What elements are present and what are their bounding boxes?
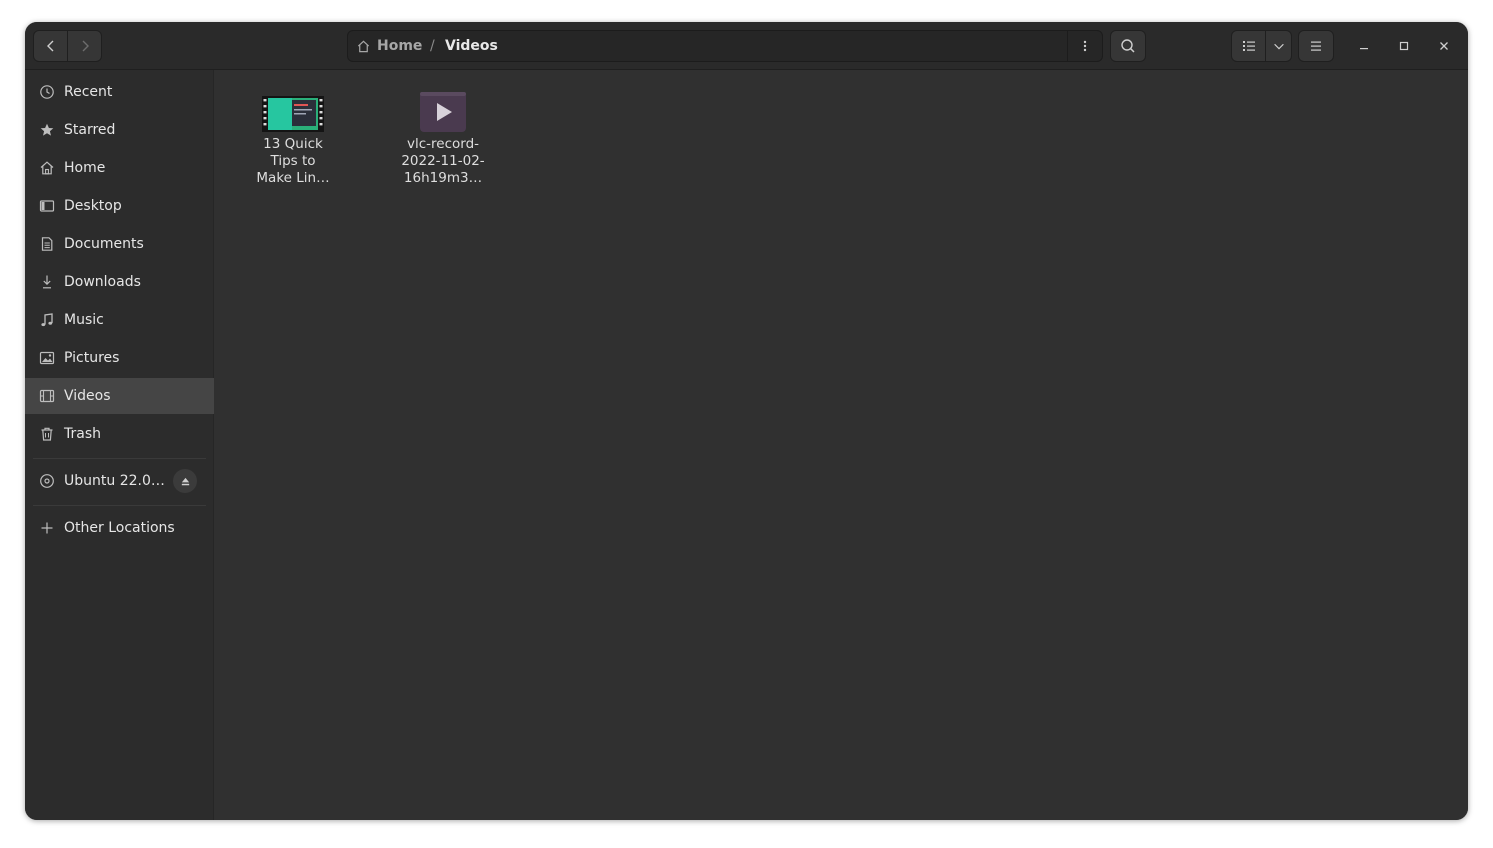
close-button[interactable] (1432, 34, 1456, 58)
file-name-line: Make Lin… (256, 170, 330, 186)
star-icon (40, 123, 54, 136)
search-icon (1121, 39, 1135, 53)
main-menu-button[interactable] (1298, 30, 1334, 62)
view-options-dropdown[interactable] (1266, 31, 1291, 61)
sidebar-item-pictures[interactable]: Pictures (25, 340, 214, 376)
sidebar-item-label: Documents (64, 236, 144, 252)
trash-icon (41, 427, 53, 441)
chevron-down-icon (1274, 43, 1284, 50)
sidebar-item-starred[interactable]: Starred (25, 112, 214, 148)
path-bar: Home / Videos (347, 30, 1103, 62)
video-icon (39, 389, 55, 403)
navigation-buttons (33, 30, 102, 62)
sidebar-item-documents[interactable]: Documents (25, 226, 214, 262)
forward-button[interactable] (68, 31, 101, 61)
file-name-line: 13 Quick (263, 136, 323, 152)
breadcrumb-home-label: Home (377, 38, 423, 54)
file-name: 13 Quick Tips to Make Lin… (243, 136, 343, 187)
sidebar-item-label: Recent (64, 84, 113, 100)
picture-icon (39, 351, 55, 365)
file-name-line: 2022-11-02- (401, 153, 485, 169)
list-view-icon (1242, 41, 1255, 51)
disc-icon (40, 474, 54, 488)
plus-icon (41, 522, 53, 534)
chevron-left-icon (46, 40, 53, 52)
sidebar-item-other-locations[interactable]: Other Locations (25, 510, 214, 546)
vertical-dots-icon (1083, 40, 1087, 52)
file-item[interactable]: vlc-record- 2022-11-02- 16h19m3… (388, 86, 498, 187)
sidebar-item-label: Music (64, 312, 104, 328)
video-file-thumbnail (411, 86, 475, 132)
sidebar-item-label: Videos (64, 388, 111, 404)
file-manager-window: Home / Videos Recent Starred Home Deskto… (25, 22, 1468, 820)
minimize-button[interactable] (1352, 34, 1376, 58)
close-icon (1440, 42, 1448, 50)
breadcrumb-current[interactable]: Videos (445, 31, 498, 61)
header-bar: Home / Videos (25, 22, 1468, 70)
desktop-icon (39, 200, 55, 212)
clock-icon (40, 85, 54, 99)
eject-icon (181, 477, 189, 485)
minimize-icon (1360, 48, 1368, 50)
back-button[interactable] (34, 31, 68, 61)
sidebar-item-music[interactable]: Music (25, 302, 214, 338)
sidebar-item-label: Pictures (64, 350, 120, 366)
sidebar-item-label: Home (64, 160, 106, 176)
home-icon (40, 161, 54, 175)
file-name-line: 16h19m3… (403, 170, 483, 186)
video-file-icon (420, 92, 466, 132)
file-view: 13 Quick Tips to Make Lin… vlc-record- 2… (215, 70, 1468, 820)
eject-button[interactable] (173, 469, 197, 493)
sidebar-item-videos[interactable]: Videos (25, 378, 214, 414)
file-name-line: vlc-record- (406, 136, 480, 152)
sidebar-item-trash[interactable]: Trash (25, 416, 214, 452)
music-icon (41, 313, 53, 327)
hamburger-menu-icon (1311, 41, 1321, 51)
document-icon (41, 237, 53, 251)
sidebar-item-label: Other Locations (64, 520, 175, 536)
download-icon (43, 275, 51, 289)
sidebar-item-desktop[interactable]: Desktop (25, 188, 214, 224)
path-menu-button[interactable] (1067, 31, 1102, 61)
sidebar-item-label: Ubuntu 22.0… (64, 473, 165, 489)
sidebar-item-label: Downloads (64, 274, 141, 290)
sidebar: Recent Starred Home Desktop Documents Do… (25, 70, 214, 820)
sidebar-item-label: Desktop (64, 198, 122, 214)
search-button[interactable] (1110, 30, 1146, 62)
sidebar-divider (33, 458, 206, 459)
view-controls (1231, 30, 1292, 62)
video-thumbnail (261, 86, 325, 132)
file-item[interactable]: 13 Quick Tips to Make Lin… (238, 86, 348, 187)
sidebar-item-home[interactable]: Home (25, 150, 214, 186)
breadcrumb-separator: / (430, 38, 435, 54)
sidebar-divider (33, 505, 206, 506)
sidebar-item-label: Starred (64, 122, 116, 138)
list-view-button[interactable] (1232, 31, 1266, 61)
video-thumbnail-icon (262, 96, 324, 132)
chevron-right-icon (82, 40, 89, 52)
file-name-line: Tips to (270, 153, 316, 169)
maximize-button[interactable] (1392, 34, 1416, 58)
breadcrumb-home[interactable]: Home (356, 31, 422, 61)
sidebar-item-recent[interactable]: Recent (25, 74, 214, 110)
sidebar-item-label: Trash (64, 426, 101, 442)
file-name: vlc-record- 2022-11-02- 16h19m3… (393, 136, 493, 187)
sidebar-item-downloads[interactable]: Downloads (25, 264, 214, 300)
sidebar-item-drive[interactable]: Ubuntu 22.0… (25, 463, 214, 499)
home-icon (357, 40, 370, 52)
maximize-icon (1399, 41, 1409, 51)
